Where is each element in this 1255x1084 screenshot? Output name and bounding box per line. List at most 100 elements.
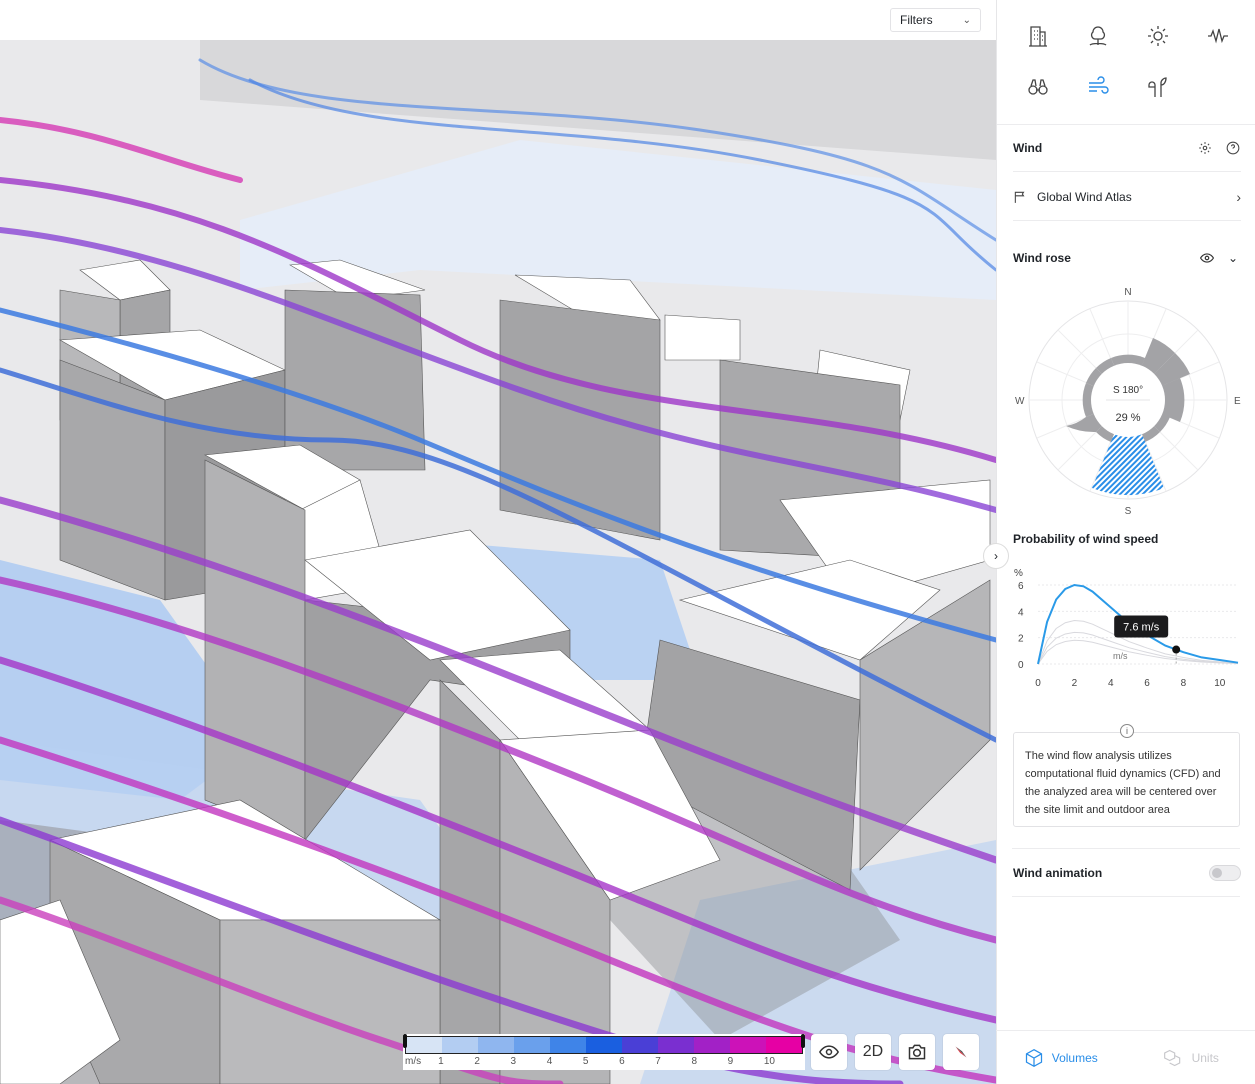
legend-unit: m/s [405,1056,422,1067]
tab-units[interactable]: Units [1126,1031,1255,1084]
x-tick-label: 2 [1072,678,1078,689]
cube-icon [1025,1048,1042,1067]
gear-icon [1199,142,1211,154]
y-tick-label: 4 [1018,607,1024,618]
probability-tooltip-text: 7.6 m/s [1123,622,1160,634]
probability-tooltip: 7.6 m/s [1114,615,1169,638]
legend-tick-label: 3 [510,1056,517,1067]
probability-title: Probability of wind speed [1013,532,1159,546]
legend-tick-label: 1 [438,1056,444,1067]
legend-tick-label: 10 [763,1056,775,1067]
tool-ecology[interactable] [1142,71,1174,103]
divider [1012,896,1240,897]
wind-title: Wind [1013,141,1043,155]
tool-noise[interactable] [1202,20,1234,52]
tab-volumes-label: Volumes [1051,1050,1098,1065]
tree-icon [1089,26,1107,46]
probability-highlight-point[interactable] [1172,645,1181,654]
legend-swatch [406,1037,442,1053]
eye-icon [1200,253,1214,263]
visibility-button[interactable] [811,1034,847,1070]
windsock-icon [1014,191,1025,203]
wind-animation-label: Wind animation [1013,866,1103,880]
wind-info-box: The wind flow analysis utilizes computat… [1013,732,1240,827]
wind-animation-row: Wind animation [1013,863,1241,883]
bottom-tabs: Volumes Units [996,1030,1255,1084]
wind-help-button[interactable] [1225,140,1241,156]
probability-y-unit: % [1014,568,1023,579]
wind-header: Wind [1013,138,1241,158]
y-tick-label: 6 [1018,581,1024,592]
wind-rose-chart: S 180° 29 % N S W E [1015,287,1241,517]
info-icon: i [1120,724,1134,738]
tool-sun[interactable] [1142,20,1174,52]
chevron-right-icon: › [1236,189,1241,205]
camera-icon [908,1044,926,1060]
filters-dropdown[interactable]: Filters ⌄ [890,8,981,32]
windrose-label-s: S [1125,506,1132,517]
legend-swatch [694,1037,730,1053]
legend-cap-right [801,1034,805,1048]
legend-ticks: m/s 1 2 3 4 5 6 7 8 9 10 [403,1056,805,1068]
legend-tick-label: 5 [582,1056,589,1067]
y-tick-label: 0 [1018,660,1024,671]
noise-wave-icon [1208,28,1228,44]
cubes-icon [1163,1049,1180,1066]
legend-swatch [442,1037,478,1053]
wind-info-text: The wind flow analysis utilizes computat… [1025,750,1221,816]
chevron-right-icon: › [994,549,998,563]
legend-swatch [658,1037,694,1053]
legend-swatch [586,1037,622,1053]
wind-source-selector[interactable]: Global Wind Atlas › [1013,186,1241,208]
analysis-tool-grid [997,0,1255,125]
windrose-label-n: N [1124,287,1131,298]
binoculars-icon [1028,79,1048,95]
view-mode-label: 2D [862,1043,884,1060]
top-bar: Filters ⌄ [0,0,996,40]
legend-tick-label: 2 [474,1056,480,1067]
tool-buildings[interactable] [1022,20,1054,52]
wind-speed-probability-chart: 0 2 4 6 0 2 4 6 8 10 % m/s 7.6 m/s [1014,568,1239,689]
windrose-title: Wind rose [1013,251,1071,265]
eye-icon [819,1045,839,1059]
wind-icon [1089,76,1109,94]
tool-views[interactable] [1022,71,1054,103]
windrose-header: Wind rose ⌄ [1013,248,1241,268]
chevron-down-icon: ⌄ [962,14,971,26]
map-viewport[interactable]: Filters ⌄ m/s 1 2 3 4 5 6 7 8 9 10 2D [0,0,996,1084]
windrose-visibility-button[interactable] [1199,250,1215,266]
divider [1013,171,1241,172]
tool-wind[interactable] [1082,71,1114,103]
building-icon [1029,26,1047,47]
x-tick-label: 4 [1108,678,1114,689]
screenshot-button[interactable] [899,1034,935,1070]
windrose-label-e: E [1234,396,1241,407]
wind-speed-legend: m/s 1 2 3 4 5 6 7 8 9 10 [403,1034,805,1070]
legend-color-bar [405,1036,803,1054]
filters-label: Filters [900,13,933,27]
legend-tick-label: 4 [546,1056,553,1067]
wind-settings-button[interactable] [1197,140,1213,156]
legend-tick-label: 7 [655,1056,661,1067]
x-tick-label: 8 [1181,678,1187,689]
windrose-center-value: 29 % [1115,412,1140,424]
windrose-center-direction: S 180° [1113,385,1143,396]
x-tick-label: 0 [1035,678,1041,689]
tool-vegetation[interactable] [1082,20,1114,52]
collapse-panel-button[interactable]: › [983,543,1009,569]
wind-source-label: Global Wind Atlas [1037,190,1132,204]
windrose-collapse-button[interactable]: ⌄ [1225,250,1241,266]
compass-button[interactable] [943,1034,979,1070]
3d-city-scene[interactable] [0,40,996,1084]
legend-swatch [622,1037,658,1053]
wind-animation-toggle[interactable] [1209,865,1241,881]
legend-cap-left [403,1034,407,1048]
help-icon [1226,141,1240,155]
tab-volumes[interactable]: Volumes [996,1031,1126,1084]
x-tick-label: 6 [1144,678,1150,689]
view-mode-2d-button[interactable]: 2D [855,1034,891,1070]
y-tick-label: 2 [1018,634,1024,645]
legend-swatch [550,1037,586,1053]
windrose-label-w: W [1015,396,1025,407]
legend-swatch [478,1037,514,1053]
